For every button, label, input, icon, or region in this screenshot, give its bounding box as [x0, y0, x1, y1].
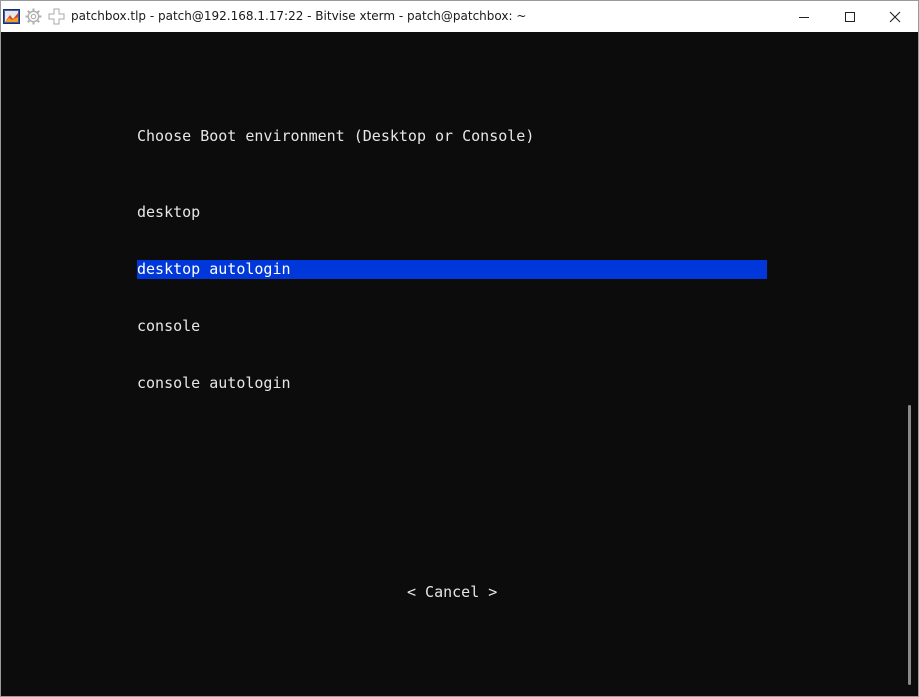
- bitvise-app-icon[interactable]: [3, 9, 20, 24]
- terminal-window: patchbox.tlp - patch@192.168.1.17:22 - B…: [0, 0, 919, 697]
- option-desktop[interactable]: desktop: [137, 203, 767, 222]
- option-console[interactable]: console: [137, 317, 767, 336]
- scrollbar-thumb[interactable]: [908, 405, 911, 685]
- minimize-button[interactable]: [781, 1, 827, 32]
- boot-environment-prompt: Choose Boot environment (Desktop or Cons…: [137, 127, 535, 145]
- close-icon: [889, 11, 901, 22]
- minimize-icon: [799, 16, 809, 18]
- vertical-scrollbar[interactable]: [904, 32, 918, 696]
- title-bar[interactable]: patchbox.tlp - patch@192.168.1.17:22 - B…: [1, 1, 918, 32]
- maximize-button[interactable]: [827, 1, 873, 32]
- plus-icon[interactable]: [48, 8, 65, 25]
- cancel-button[interactable]: < Cancel >: [407, 583, 497, 602]
- maximize-icon: [845, 11, 855, 22]
- window-title: patchbox.tlp - patch@192.168.1.17:22 - B…: [71, 9, 527, 23]
- terminal-area[interactable]: Choose Boot environment (Desktop or Cons…: [1, 32, 904, 696]
- option-desktop-autologin[interactable]: desktop autologin: [137, 260, 767, 279]
- boot-options-menu: desktop desktop autologin console consol…: [137, 165, 767, 431]
- gear-icon[interactable]: [25, 8, 42, 25]
- option-console-autologin[interactable]: console autologin: [137, 374, 767, 393]
- close-button[interactable]: [872, 1, 918, 32]
